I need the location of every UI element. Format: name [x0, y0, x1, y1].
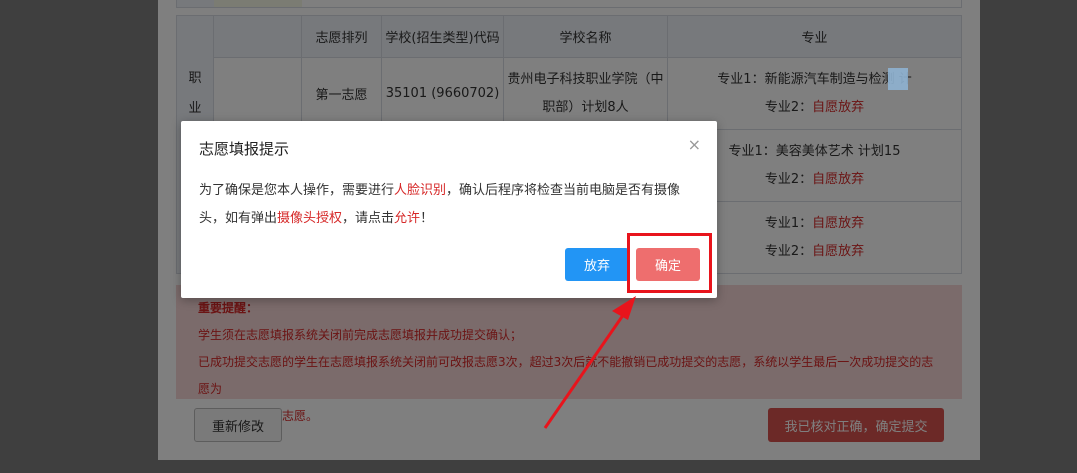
- pointer-arrow-icon: [543, 296, 636, 429]
